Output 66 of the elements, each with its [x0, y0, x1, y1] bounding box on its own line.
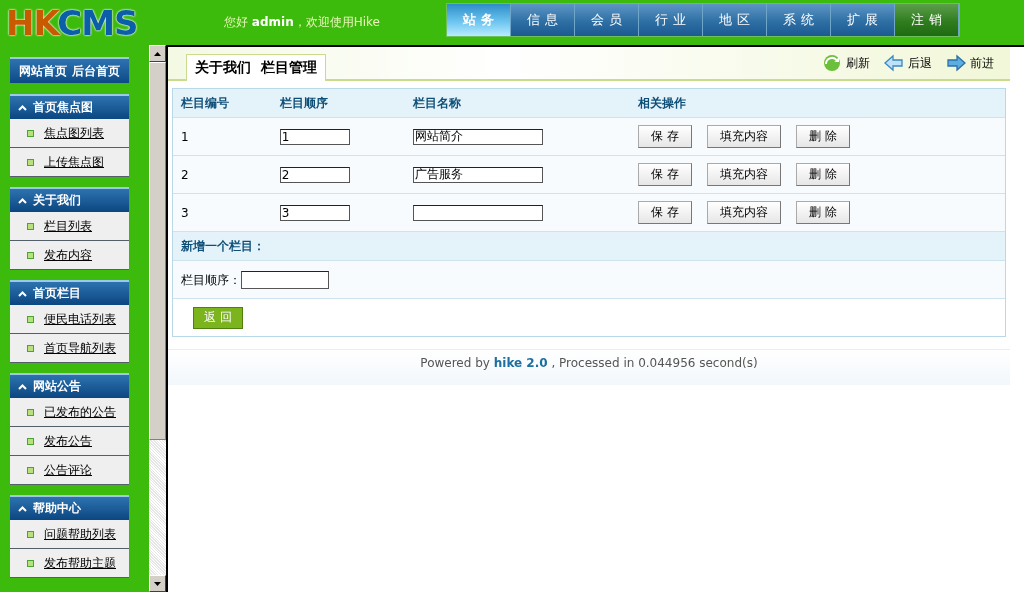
nav-tab[interactable]: 会 员	[575, 3, 639, 36]
bullet-icon	[27, 530, 34, 538]
scrollbar-thumb[interactable]	[149, 62, 166, 440]
left-arrow-icon	[884, 53, 904, 73]
home-links-button[interactable]: 网站首页 后台首页	[10, 57, 129, 83]
sidebar-group-header[interactable]: 关于我们	[10, 187, 129, 212]
order-input[interactable]: 1	[279, 128, 350, 145]
action-button[interactable]: 填充内容	[707, 125, 781, 148]
name-input[interactable]	[412, 204, 543, 221]
sidebar-group-title: 首页焦点图	[33, 99, 93, 116]
action-button[interactable]: 填充内容	[707, 163, 781, 186]
bullet-icon	[27, 344, 34, 352]
action-button[interactable]: 保 存	[638, 125, 692, 148]
refresh-button[interactable]: 刷新	[822, 53, 870, 73]
welcome-text: 您好 admin，欢迎使用Hike	[223, 14, 381, 31]
nav-tab[interactable]: 行 业	[639, 3, 703, 36]
order-input[interactable]: 2	[279, 166, 350, 183]
table-cell: 3	[173, 193, 272, 232]
table-cell: 1	[173, 117, 272, 156]
name-input[interactable]: 广告服务	[412, 166, 543, 183]
name-input[interactable]: 网站简介	[412, 128, 543, 145]
column-header: 栏目顺序	[271, 89, 405, 118]
action-button[interactable]: 填充内容	[707, 201, 781, 224]
nav-tab[interactable]: 系 统	[767, 3, 831, 36]
field-label: 栏目顺序：	[181, 272, 241, 287]
sidebar-group-title: 关于我们	[33, 192, 81, 209]
bullet-icon	[27, 466, 34, 474]
bullet-icon	[27, 315, 34, 323]
column-header: 栏目编号	[173, 89, 272, 118]
sidebar-group-header[interactable]: 首页栏目	[10, 280, 129, 305]
back-button[interactable]: 后退	[884, 53, 932, 73]
bullet-icon	[27, 222, 34, 230]
action-button[interactable]: 保 存	[638, 163, 692, 186]
page-tab[interactable]: 关于我们 栏目管理	[186, 54, 326, 81]
sidebar-group-title: 帮助中心	[33, 500, 81, 517]
nav-tab[interactable]: 信 息	[511, 3, 575, 36]
bullet-icon	[27, 129, 34, 137]
action-button[interactable]: 保 存	[638, 201, 692, 224]
footer-text: Powered by hike 2.0 , Processed in 0.044956 second(s)	[168, 349, 1010, 385]
sidebar-group-header[interactable]: 首页焦点图	[10, 94, 129, 119]
forward-button[interactable]: 前进	[946, 53, 994, 73]
sidebar-group-title: 网站公告	[33, 378, 81, 395]
bullet-icon	[27, 437, 34, 445]
sidebar-group-header[interactable]: 网站公告	[10, 373, 129, 398]
order-input[interactable]	[241, 270, 329, 289]
column-header: 栏目名称	[404, 89, 631, 118]
nav-tab[interactable]: 注 销	[895, 3, 959, 36]
bullet-icon	[27, 559, 34, 567]
table-cell: 2	[173, 155, 272, 194]
nav-tab[interactable]: 扩 展	[831, 3, 895, 36]
nav-tab[interactable]: 地 区	[703, 3, 767, 36]
right-arrow-icon	[946, 53, 966, 73]
bullet-icon	[27, 408, 34, 416]
sidebar-group-title: 首页栏目	[33, 285, 81, 302]
site-logo: HKCMS	[5, 2, 139, 43]
bullet-icon	[27, 251, 34, 259]
bullet-icon	[27, 158, 34, 166]
sidebar-group-header[interactable]: 帮助中心	[10, 495, 129, 520]
refresh-icon	[822, 53, 842, 73]
action-button[interactable]: 删 除	[796, 201, 850, 224]
action-button[interactable]: 删 除	[796, 125, 850, 148]
section-title: 新增一个栏目：	[181, 238, 265, 253]
order-input[interactable]: 3	[279, 204, 350, 221]
scrollbar[interactable]	[149, 45, 166, 592]
action-button[interactable]: 删 除	[796, 163, 850, 186]
column-header: 相关操作	[630, 89, 1005, 118]
